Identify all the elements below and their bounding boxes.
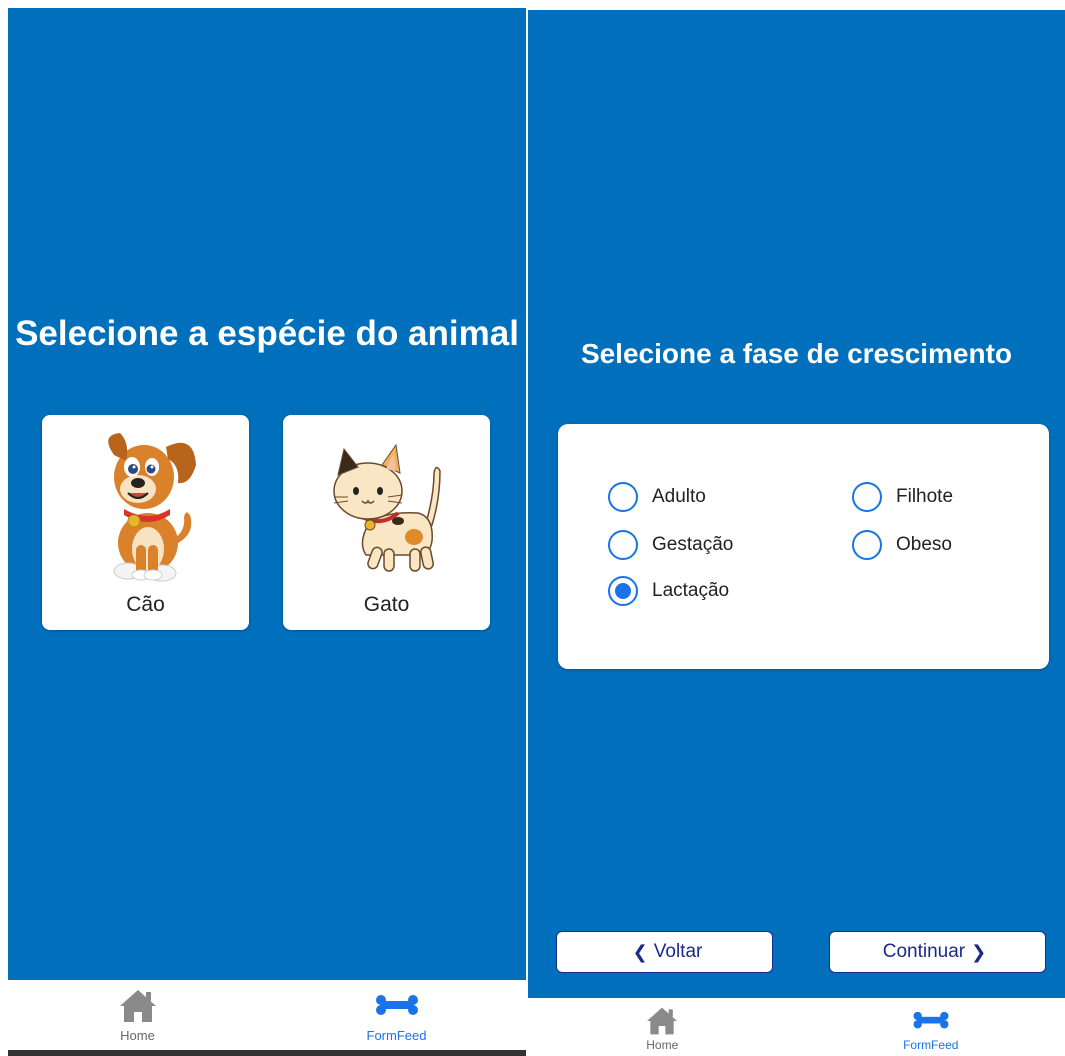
continue-button[interactable]: Continuar ❯: [829, 931, 1046, 973]
content-background: Selecione a espécie do animal Cão Gato: [8, 8, 526, 980]
home-icon: [647, 1007, 678, 1035]
back-button-label: Voltar: [653, 941, 703, 962]
species-card-label: Cão: [126, 593, 165, 616]
radio-option-lactacao[interactable]: Lactação: [608, 576, 729, 606]
species-card-label: Gato: [363, 593, 410, 616]
tab-formfeed[interactable]: FormFeed: [267, 980, 526, 1056]
tab-formfeed[interactable]: FormFeed: [797, 998, 1065, 1056]
tab-home[interactable]: Home: [528, 998, 797, 1056]
dog-illustration: [42, 425, 249, 585]
home-icon: [119, 990, 156, 1022]
species-screen: Selecione a espécie do animal Cão Gato H…: [8, 8, 526, 1056]
radio-option-gestacao[interactable]: Gestação: [608, 530, 733, 560]
radio-button[interactable]: [852, 530, 882, 560]
bottom-tab-bar: Home FormFeed: [528, 998, 1065, 1056]
continue-button-label: Continuar: [882, 941, 966, 962]
page-title: Selecione a fase de crescimento: [580, 338, 1013, 369]
tab-home[interactable]: Home: [8, 980, 267, 1056]
radio-label: Lactação: [652, 580, 730, 601]
radio-button[interactable]: [608, 482, 638, 512]
radio-label: Gestação: [652, 534, 734, 555]
species-card-cat[interactable]: Gato: [283, 415, 490, 630]
species-card-dog[interactable]: Cão: [42, 415, 249, 630]
chevron-right-icon: ❯: [971, 941, 987, 962]
content-background: Selecione a fase de crescimento Adulto F…: [528, 10, 1065, 998]
tab-home-label: Home: [646, 1038, 679, 1052]
bone-icon: [913, 1011, 949, 1029]
tab-formfeed-label: FormFeed: [903, 1038, 959, 1052]
radio-button[interactable]: [608, 530, 638, 560]
page-title: Selecione a espécie do animal: [15, 314, 519, 353]
chevron-left-icon: ❮: [632, 941, 648, 962]
bottom-tab-bar: Home FormFeed: [8, 980, 526, 1056]
tab-home-label: Home: [120, 1028, 155, 1043]
back-button[interactable]: ❮ Voltar: [556, 931, 773, 973]
radio-label: Obeso: [896, 534, 952, 555]
bottom-divider: [8, 1050, 526, 1056]
growth-phase-form: Adulto Filhote Gestação Obeso Lactação: [558, 424, 1049, 669]
growth-phase-screen: Selecione a fase de crescimento Adulto F…: [528, 10, 1065, 1056]
radio-option-obeso[interactable]: Obeso: [852, 530, 952, 560]
cat-illustration: [283, 425, 490, 585]
tab-formfeed-label: FormFeed: [366, 1028, 427, 1043]
radio-label: Adulto: [652, 486, 706, 507]
radio-label: Filhote: [896, 486, 954, 507]
radio-button-selected[interactable]: [608, 576, 638, 606]
radio-option-adulto[interactable]: Adulto: [608, 482, 706, 512]
radio-button[interactable]: [852, 482, 882, 512]
radio-option-filhote[interactable]: Filhote: [852, 482, 953, 512]
bone-icon: [375, 995, 418, 1015]
